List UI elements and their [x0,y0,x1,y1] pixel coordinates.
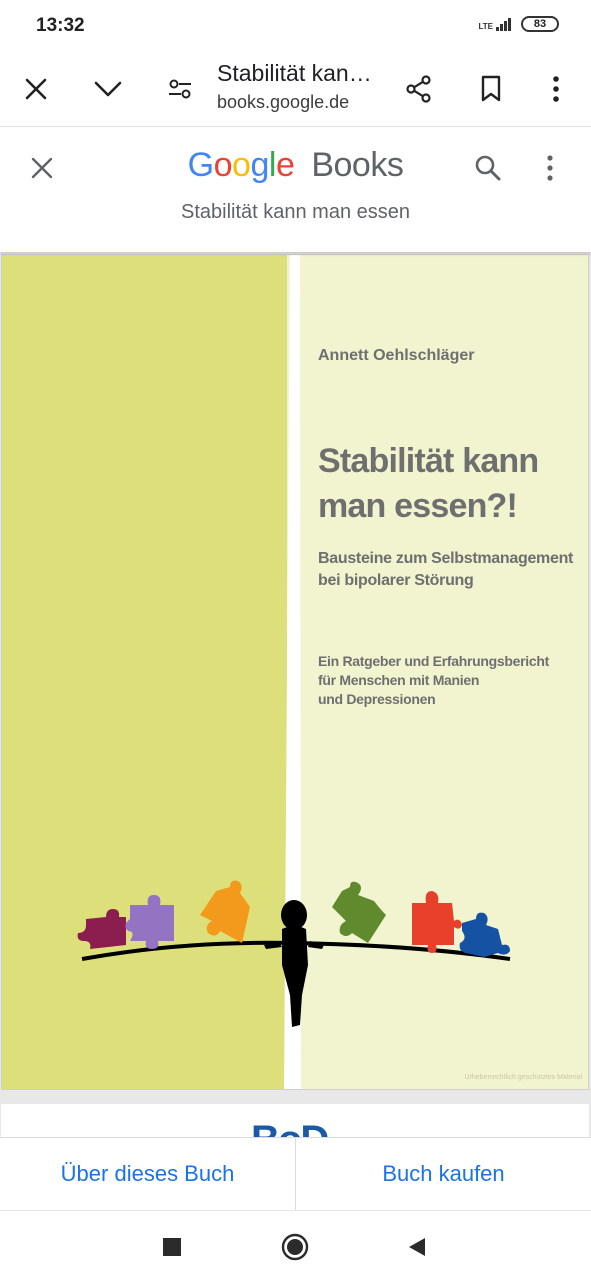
books-wordmark: Books [311,146,404,184]
logo-letter: G [187,146,214,184]
status-bar: 13:32 LTE 83 [0,0,591,52]
chevron-down-icon[interactable] [85,66,131,112]
puzzle-piece-orange [200,880,250,943]
logo-letter: e [275,146,295,184]
google-books-header: Google Books Stabilität kann man essen [0,128,591,252]
buy-book-button[interactable]: Buch kaufen [296,1138,591,1210]
network-type: LTE [478,22,493,31]
cover-description-line: und Depressionen [318,691,436,707]
puzzle-piece-blue [459,912,510,957]
logo-letter: l [268,146,277,184]
puzzle-piece-green [332,881,386,943]
page-url[interactable]: books.google.de [217,92,349,113]
book-title-subheader: Stabilität kann man essen [180,201,411,223]
google-wordmark: Google [188,146,304,184]
cover-description-line: für Menschen mit Manien [318,672,480,688]
book-cover-page[interactable]: Annett Oehlschläger Stabilität kann man … [1,254,589,1090]
next-book-page[interactable]: BoD [1,1104,589,1137]
signal-icon: LTE [478,17,513,31]
cover-description-line: Ein Ratgeber und Erfahrungsbericht [318,653,549,669]
cover-subtitle-line: bei bipolarer Störung [318,572,474,589]
cover-subtitle-line: Bausteine zum Selbstmanagement [318,550,574,567]
copyright-watermark: Urheberrechtlich geschütztes Material [464,1074,583,1081]
cover-title-line: Stabilität kann [318,442,539,480]
cover-author: Annett Oehlschläger [318,347,475,364]
search-icon[interactable] [468,148,508,188]
page-title[interactable]: Stabilität kan… [217,60,372,87]
logo-letter: o [232,146,251,184]
close-icon[interactable] [13,66,59,112]
puzzle-piece-purple [125,895,174,949]
cover-title-line: man essen?! [318,487,518,525]
bookmark-icon[interactable] [468,66,514,112]
logo-letter: o [213,146,233,184]
battery-icon: 83 [521,16,559,32]
back-triangle-icon[interactable] [399,1229,435,1265]
home-circle-icon[interactable] [277,1229,313,1265]
system-navigation-bar [0,1210,591,1280]
browser-toolbar: Stabilität kan… books.google.de [0,52,591,127]
status-indicators: LTE 83 [478,16,559,32]
book-action-bar: Über dieses Buch Buch kaufen [0,1137,591,1210]
cover-subtitle: Bausteine zum Selbstmanagement bei bipol… [318,548,582,592]
publisher-logo: BoD [251,1118,329,1137]
puzzle-piece-red [77,909,126,949]
logo-letter: g [250,146,269,184]
book-page-viewer[interactable]: Annett Oehlschläger Stabilität kann man … [0,252,591,1137]
cover-title: Stabilität kann man essen?! [318,439,578,529]
about-book-button[interactable]: Über dieses Buch [0,1138,295,1210]
page-settings-icon[interactable] [157,66,203,112]
cover-description: Ein Ratgeber und Erfahrungsbericht für M… [318,652,582,709]
status-time: 13:32 [36,15,85,36]
recents-square-icon[interactable] [154,1229,190,1265]
share-icon[interactable] [396,66,442,112]
more-vert-icon[interactable] [530,148,570,188]
puzzle-piece-red-orange [412,891,462,953]
more-vert-icon[interactable] [533,66,579,112]
